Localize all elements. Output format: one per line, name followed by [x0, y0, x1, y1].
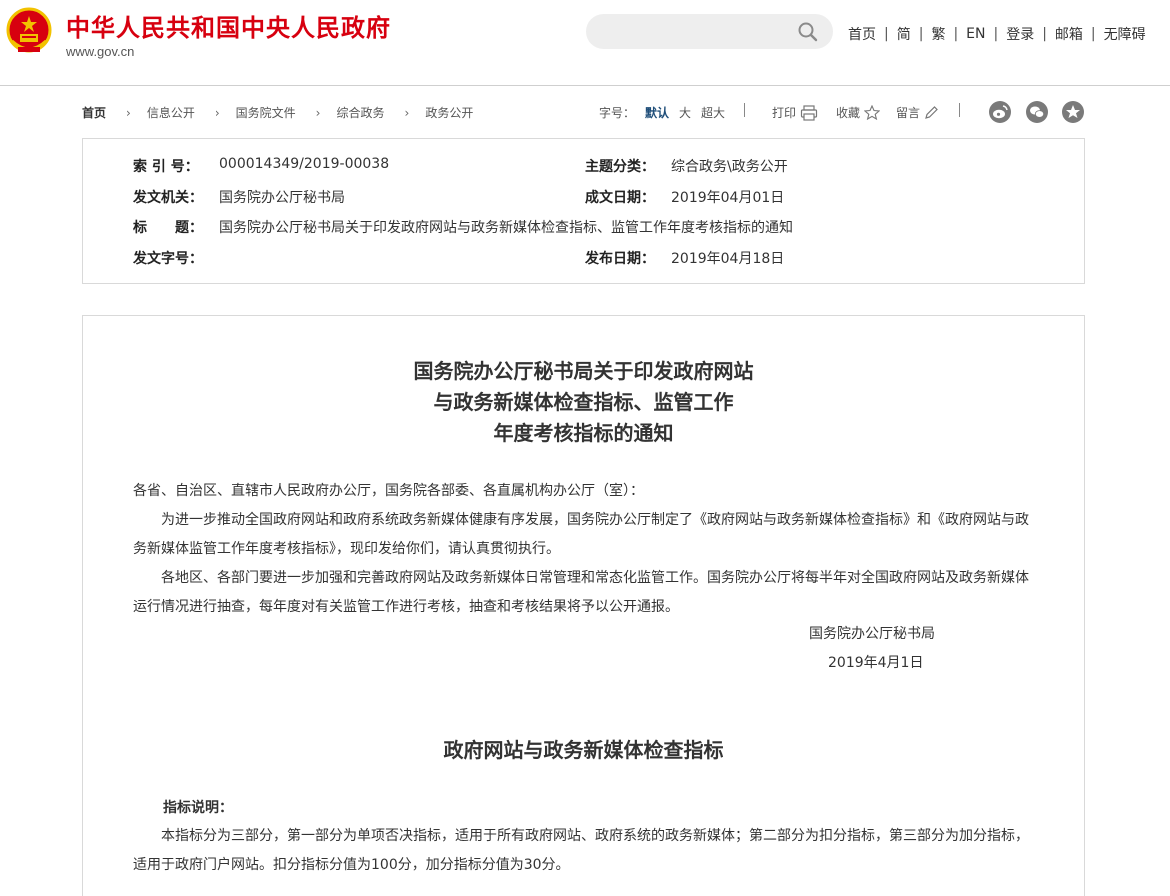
created-date-value: 2019年04月01日 [671, 190, 785, 206]
signature: 国务院办公厅秘书局 [809, 626, 935, 642]
section-title: 政府网站与政务新媒体检查指标 [443, 738, 724, 762]
top-nav-links: 首页 | 简 | 繁 | EN | 登录 | 邮箱 | 无障碍 [848, 24, 1146, 44]
published-date-value: 2019年04月18日 [671, 251, 785, 267]
favorite-button[interactable]: 收藏 [836, 104, 881, 121]
breadcrumb-item-home[interactable]: 首页 [82, 104, 106, 121]
site-title[interactable]: 中华人民共和国中央人民政府 [66, 8, 391, 43]
article-body: 国务院办公厅秘书局关于印发政府网站 与政务新媒体检查指标、监管工作 年度考核指标… [82, 315, 1085, 896]
note-text: 本指标分为三部分，第一部分为单项否决指标，适用于所有政府网站、政府系统的政务新媒… [133, 828, 1029, 873]
title-label: 标 题： [133, 220, 203, 236]
breadcrumb-toolbar: 首页 › 信息公开 › 国务院文件 › 综合政务 › 政务公开 字号： 默认 大… [82, 101, 1085, 123]
top-link-mail[interactable]: 邮箱 [1055, 24, 1083, 44]
category-label: 主题分类： [585, 159, 655, 175]
issuer-value: 国务院办公厅秘书局 [219, 190, 345, 206]
chevron-right-icon: › [126, 105, 131, 120]
index-number-label: 索 引 号： [133, 159, 199, 175]
chevron-right-icon: › [214, 105, 220, 120]
paragraph-1: 为进一步推动全国政府网站和政府系统政务新媒体健康有序发展，国务院办公厅制定了《政… [133, 512, 1029, 557]
article-title-line-1: 国务院办公厅秘书局关于印发政府网站 [413, 359, 754, 383]
chevron-right-icon: › [315, 105, 321, 120]
breadcrumb-item-gov-openness[interactable]: 政务公开 [425, 104, 473, 121]
wechat-icon[interactable] [1026, 101, 1048, 123]
comment-button[interactable]: 留言 [896, 104, 939, 121]
search-input[interactable] [598, 14, 793, 49]
breadcrumb-item-info-disclosure[interactable]: 信息公开 [147, 104, 195, 121]
published-date-label: 发布日期： [585, 251, 655, 267]
divider [959, 103, 960, 117]
qzone-icon[interactable] [1062, 101, 1084, 123]
doc-number-label: 发文字号： [133, 251, 203, 267]
signature-date: 2019年4月1日 [828, 655, 924, 671]
separator: | [1090, 26, 1096, 42]
search-icon[interactable] [797, 22, 819, 42]
document-info-table: 索 引 号： 000014349/2019-00038 主题分类： 综合政务\政… [82, 138, 1085, 284]
title-value: 国务院办公厅秘书局关于印发政府网站与政务新媒体检查指标、监管工作年度考核指标的通… [219, 220, 793, 236]
top-link-accessibility[interactable]: 无障碍 [1104, 24, 1146, 44]
category-value: 综合政务\政务公开 [671, 159, 788, 175]
breadcrumb-item-state-council-docs[interactable]: 国务院文件 [236, 104, 296, 121]
breadcrumb-item-general-affairs[interactable]: 综合政务 [336, 104, 384, 121]
article-title-line-2: 与政务新媒体检查指标、监管工作 [433, 390, 734, 414]
index-number-value: 000014349/2019-00038 [219, 156, 390, 172]
salutation: 各省、自治区、直辖市人民政府办公厅，国务院各部委、各直属机构办公厅（室）： [133, 483, 644, 499]
site-header: 中华人民共和国中央人民政府 www.gov.cn 首页 | 简 | 繁 | EN… [0, 0, 1170, 86]
separator: | [884, 26, 889, 42]
separator: | [953, 26, 959, 42]
top-link-home[interactable]: 首页 [848, 24, 876, 44]
breadcrumb: 首页 › 信息公开 › 国务院文件 › 综合政务 › 政务公开 [82, 104, 473, 121]
font-size-xlarge[interactable]: 超大 [701, 104, 725, 121]
printer-icon [800, 104, 818, 121]
favorite-label: 收藏 [836, 106, 861, 120]
divider [744, 103, 745, 117]
font-size-large[interactable]: 大 [679, 104, 691, 121]
national-emblem-icon[interactable] [6, 7, 52, 55]
font-size-label: 字号： [599, 106, 636, 120]
pencil-icon [925, 106, 938, 119]
site-url[interactable]: www.gov.cn [66, 44, 134, 59]
font-size-selector: 字号： 默认 大 超大 [599, 104, 735, 121]
weibo-icon[interactable] [989, 101, 1011, 123]
chevron-right-icon: › [404, 105, 410, 120]
top-link-login[interactable]: 登录 [1006, 24, 1034, 44]
top-link-simplified[interactable]: 简 [897, 24, 911, 44]
separator: | [1042, 26, 1047, 42]
top-link-english[interactable]: EN [966, 26, 985, 42]
print-label: 打印 [772, 106, 797, 120]
top-link-traditional[interactable]: 繁 [931, 24, 945, 44]
separator: | [993, 26, 999, 42]
search-box [586, 14, 833, 49]
note-label: 指标说明： [163, 800, 233, 816]
paragraph-2: 各地区、各部门要进一步加强和完善政府网站及政务新媒体日常管理和常态化监管工作。国… [133, 570, 1029, 615]
font-size-default[interactable]: 默认 [645, 104, 669, 121]
issuer-label: 发文机关： [133, 190, 203, 206]
created-date-label: 成文日期： [585, 190, 655, 206]
comment-label: 留言 [896, 106, 921, 120]
print-button[interactable]: 打印 [772, 104, 818, 121]
star-icon [864, 105, 881, 120]
article-title-line-3: 年度考核指标的通知 [493, 421, 674, 445]
separator: | [918, 26, 924, 42]
